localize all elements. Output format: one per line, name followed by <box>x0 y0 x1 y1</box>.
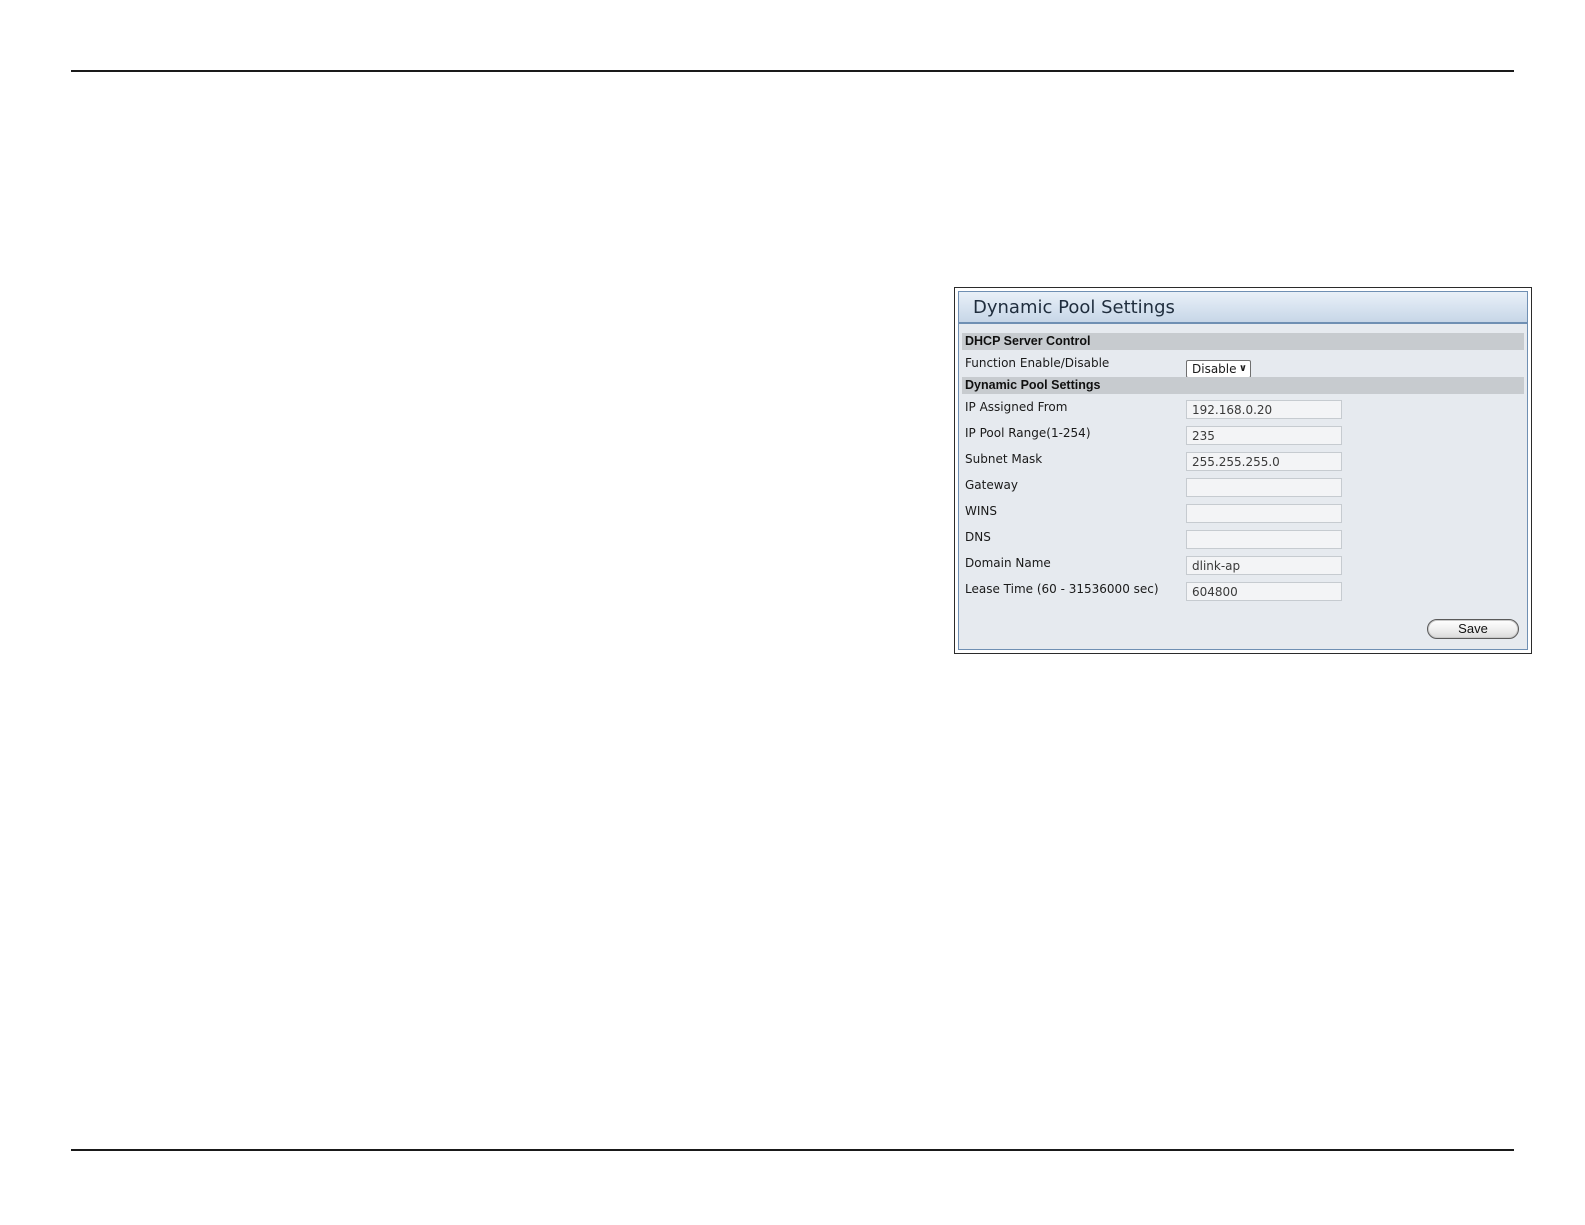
subnet-mask-label: Subnet Mask <box>965 452 1043 466</box>
bottom-rule <box>71 1149 1514 1151</box>
dynamic-pool-settings-section: Dynamic Pool Settings <box>962 377 1524 394</box>
chevron-down-icon: ∨ <box>1238 363 1247 374</box>
function-enable-disable-label: Function Enable/Disable <box>965 356 1110 370</box>
save-button[interactable]: Save <box>1427 619 1519 639</box>
lease-time-input[interactable]: 604800 <box>1186 582 1342 601</box>
dhcp-server-control-section: DHCP Server Control <box>962 333 1524 350</box>
ip-assigned-from-input[interactable]: 192.168.0.20 <box>1186 400 1342 419</box>
panel-header: Dynamic Pool Settings <box>959 292 1527 324</box>
domain-name-input[interactable]: dlink-ap <box>1186 556 1342 575</box>
dynamic-pool-settings-panel: Dynamic Pool Settings DHCP Server Contro… <box>954 287 1532 654</box>
wins-label: WINS <box>965 504 997 518</box>
function-enable-disable-select[interactable]: Disable ∨ <box>1186 360 1251 378</box>
domain-name-label: Domain Name <box>965 556 1051 570</box>
gateway-input[interactable] <box>1186 478 1342 497</box>
ip-pool-range-label: IP Pool Range(1-254) <box>965 426 1091 440</box>
dns-label: DNS <box>965 530 991 544</box>
manual-page: Dynamic Pool Settings DHCP Server Contro… <box>0 0 1585 1225</box>
gateway-label: Gateway <box>965 478 1019 492</box>
lease-time-label: Lease Time (60 - 31536000 sec) <box>965 582 1159 596</box>
ip-assigned-from-label: IP Assigned From <box>965 400 1068 414</box>
ip-pool-range-input[interactable]: 235 <box>1186 426 1342 445</box>
function-select-value: Disable <box>1192 362 1237 376</box>
wins-input[interactable] <box>1186 504 1342 523</box>
dns-input[interactable] <box>1186 530 1342 549</box>
top-rule <box>71 70 1514 72</box>
panel-title: Dynamic Pool Settings <box>973 296 1175 318</box>
panel-body: Dynamic Pool Settings DHCP Server Contro… <box>958 291 1528 650</box>
subnet-mask-input[interactable]: 255.255.255.0 <box>1186 452 1342 471</box>
